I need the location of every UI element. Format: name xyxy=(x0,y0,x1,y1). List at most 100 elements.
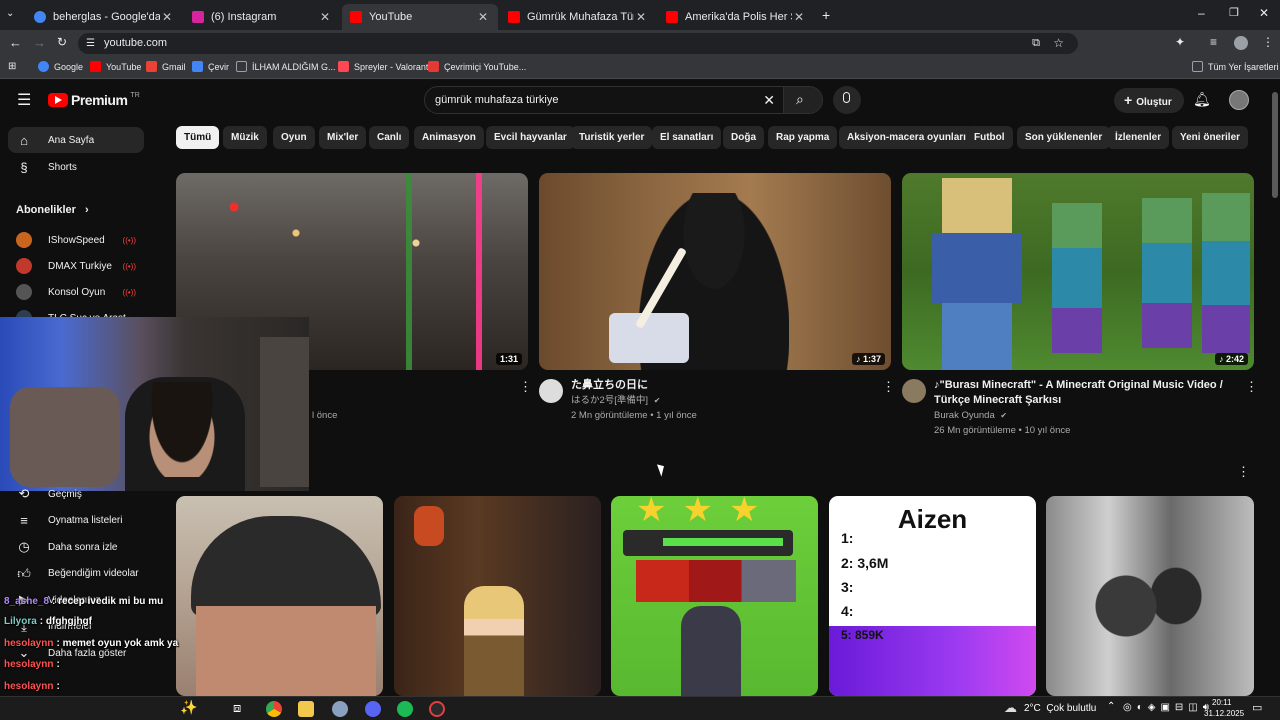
video-thumbnail-2[interactable]: ♪ 1:37 xyxy=(539,173,891,370)
chip-0[interactable]: Tümü xyxy=(176,126,220,149)
chip-2[interactable]: Oyun xyxy=(273,126,315,149)
tab-gumruk[interactable]: Gümrük Muhafaza Türkiye 31. Bö ✕ xyxy=(500,4,656,30)
bookmark-youtube[interactable]: YouTube xyxy=(90,61,141,72)
video-title[interactable]: ♪"Burası Minecraft" - A Minecraft Origin… xyxy=(934,378,1234,408)
bookmark-cevir[interactable]: Çevir xyxy=(192,61,229,72)
search-input[interactable]: gümrük muhafaza türkiye ✕ xyxy=(424,86,790,114)
account-avatar[interactable] xyxy=(1229,90,1249,110)
close-icon[interactable]: ✕ xyxy=(318,10,332,24)
short-thumbnail-5[interactable] xyxy=(1046,496,1254,696)
tab-search-icon[interactable]: ⌄ xyxy=(6,8,20,22)
close-icon[interactable]: ✕ xyxy=(634,10,648,24)
new-tab-plus-icon[interactable]: + xyxy=(822,7,830,23)
discord-icon[interactable] xyxy=(365,701,381,717)
chip-13[interactable]: Son yüklenenler xyxy=(1017,126,1111,149)
sidebar-item-you[interactable]: 👍︎ Beğendiğim videolar xyxy=(8,561,144,587)
chip-14[interactable]: İzlenenler xyxy=(1107,126,1170,149)
bookmark-valorant[interactable]: Spreyler - Valorant xyxy=(338,61,428,72)
channel-avatar[interactable] xyxy=(902,379,926,403)
task-view-icon[interactable]: ⧈ xyxy=(233,700,241,716)
short-thumbnail-4[interactable]: Aizen 1: 2: 3,6M 3: 4: 5: 859K xyxy=(829,496,1036,696)
window-close-icon[interactable]: ✕ xyxy=(1259,6,1269,20)
create-button[interactable]: + Oluştur xyxy=(1114,88,1184,113)
short-thumbnail-1[interactable] xyxy=(176,496,383,696)
spotify-icon[interactable] xyxy=(397,701,413,717)
tab-google[interactable]: beherglas - Google'da Ara ✕ xyxy=(26,4,182,30)
chrome-icon[interactable] xyxy=(266,701,282,717)
shorts-menu-icon[interactable]: ⋮ xyxy=(1237,464,1250,480)
subscription-item[interactable]: DMAX Turkiye ((•)) xyxy=(8,253,144,279)
page-scrollbar[interactable] xyxy=(1272,92,1278,198)
close-icon[interactable]: ✕ xyxy=(160,10,174,24)
sidebar-item-you[interactable]: ⟲ Geçmiş xyxy=(8,481,144,507)
site-info-icon[interactable]: ☰ xyxy=(86,33,95,54)
media-icon[interactable]: ≡ xyxy=(1210,35,1217,49)
chip-8[interactable]: El sanatları xyxy=(652,126,722,149)
video-thumbnail-3[interactable]: ♪ 2:42 xyxy=(902,173,1254,370)
search-button[interactable]: ⌕ xyxy=(783,86,823,114)
channel-avatar[interactable] xyxy=(539,379,563,403)
subscription-item[interactable]: IShowSpeed ((•)) xyxy=(8,227,144,253)
chip-4[interactable]: Canlı xyxy=(369,126,410,149)
video-menu-icon[interactable]: ⋮ xyxy=(1245,379,1258,395)
bookmark-online-youtube[interactable]: Çevrimiçi YouTube... xyxy=(428,61,526,72)
browser-menu-icon[interactable]: ⋮ xyxy=(1262,35,1274,49)
clock-time[interactable]: 20:11 xyxy=(1212,698,1231,707)
voice-search-button[interactable] xyxy=(833,86,861,114)
sidebar-item-you[interactable]: ◷ Daha sonra izle xyxy=(8,534,144,560)
restore-icon[interactable]: ❐ xyxy=(1229,6,1239,19)
tray-icons[interactable]: ◎◐◈▣⊟◫🔊︎ xyxy=(1123,702,1214,713)
back-arrow-icon[interactable]: ← xyxy=(9,35,22,50)
clock-date[interactable]: 31.12.2025 xyxy=(1204,709,1244,718)
subscriptions-header[interactable]: Abonelikler › xyxy=(16,204,89,216)
notification-center-icon[interactable]: ▭ xyxy=(1252,701,1262,714)
bookmark-ilham[interactable]: İLHAM ALDIĞIM G... xyxy=(236,61,336,72)
sidebar-item-you[interactable]: ≡ Oynatma listeleri xyxy=(8,508,144,534)
chip-3[interactable]: Mix'ler xyxy=(319,126,367,149)
video-title[interactable]: た鼻立ちの日に xyxy=(571,378,871,393)
apps-grid-icon[interactable]: ⊞ xyxy=(8,61,16,72)
app-icon[interactable] xyxy=(332,701,348,717)
chip-11[interactable]: Aksiyon-macera oyunları xyxy=(839,126,974,149)
sidebar-item-shorts[interactable]: § Shorts xyxy=(8,154,144,180)
minimize-icon[interactable]: – xyxy=(1198,6,1205,20)
chip-6[interactable]: Evcil hayvanlar xyxy=(486,126,575,149)
chip-7[interactable]: Turistik yerler xyxy=(571,126,653,149)
tab-youtube[interactable]: YouTube ✕ xyxy=(342,4,498,30)
youtube-logo[interactable]: Premium TR xyxy=(48,92,140,108)
tab-amerika[interactable]: Amerika'da Polis Her Şeyi Görü ✕ xyxy=(658,4,814,30)
notifications-bell-icon[interactable]: 🔔︎ xyxy=(1193,91,1211,108)
bookmark-gmail[interactable]: Gmail xyxy=(146,61,186,72)
install-icon[interactable]: ⧉ xyxy=(1032,33,1040,54)
subscription-item[interactable]: Konsol Oyun ((•)) xyxy=(8,279,144,305)
tray-chevron-icon[interactable]: ⌃ xyxy=(1107,701,1115,712)
close-icon[interactable]: ✕ xyxy=(476,10,490,24)
all-bookmarks[interactable]: Tüm Yer İşaretleri xyxy=(1192,61,1279,72)
hamburger-menu-icon[interactable]: ☰ xyxy=(17,90,31,110)
short-thumbnail-3[interactable]: ★★★ xyxy=(611,496,818,696)
obs-icon[interactable] xyxy=(429,701,445,717)
bookmark-google[interactable]: Google xyxy=(38,61,83,72)
channel-name[interactable]: Burak Oyunda ✔ xyxy=(934,408,1007,423)
chip-5[interactable]: Animasyon xyxy=(414,126,484,149)
chip-12[interactable]: Futbol xyxy=(966,126,1013,149)
profile-icon[interactable] xyxy=(1234,36,1248,50)
tab-instagram[interactable]: (6) Instagram ✕ xyxy=(184,4,340,30)
chip-9[interactable]: Doğa xyxy=(723,126,764,149)
clear-search-icon[interactable]: ✕ xyxy=(763,87,775,113)
short-thumbnail-2[interactable] xyxy=(394,496,601,696)
chip-1[interactable]: Müzik xyxy=(223,126,267,149)
chip-15[interactable]: Yeni öneriler xyxy=(1172,126,1249,149)
extensions-icon[interactable]: ✦ xyxy=(1175,35,1185,49)
weather-text[interactable]: 2°C Çok bulutlu xyxy=(1024,703,1096,714)
reload-icon[interactable]: ↻ xyxy=(57,35,67,49)
url-field[interactable]: ☰ youtube.com ⧉ ☆ xyxy=(78,33,1078,54)
video-menu-icon[interactable]: ⋮ xyxy=(519,379,532,395)
close-icon[interactable]: ✕ xyxy=(792,10,806,24)
forward-arrow-icon[interactable]: → xyxy=(33,35,46,50)
star-icon[interactable]: ☆ xyxy=(1053,33,1064,54)
file-explorer-icon[interactable] xyxy=(298,701,314,717)
chip-10[interactable]: Rap yapma xyxy=(768,126,838,149)
video-menu-icon[interactable]: ⋮ xyxy=(882,379,895,395)
sidebar-item-home[interactable]: ⌂ Ana Sayfa xyxy=(8,127,144,153)
